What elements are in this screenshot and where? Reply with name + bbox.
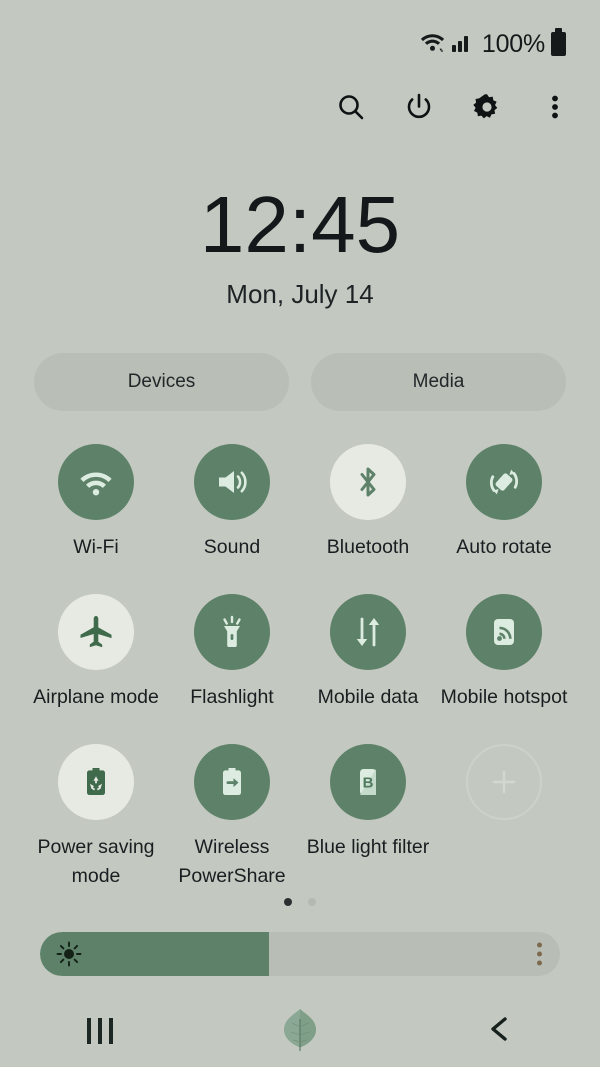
brightness-slider[interactable] [40,932,560,976]
bluetooth-icon [330,444,406,520]
back-chevron-icon [484,1013,516,1050]
mobile-hotspot-icon [466,594,542,670]
wifi-icon [58,444,134,520]
sound-icon [194,444,270,520]
wifi-data-icon [420,30,446,59]
toggle-wifi[interactable]: Wi-Fi [28,444,164,594]
brightness-track[interactable] [40,932,560,976]
toggle-auto-rotate[interactable]: Auto rotate [436,444,572,594]
svg-text:B: B [363,775,374,792]
toggle-label: Power saving mode [37,836,155,887]
toggle-label: Sound [203,536,261,558]
settings-icon[interactable] [470,90,504,124]
toggle-wireless-powershare[interactable]: Wireless PowerShare [164,744,300,894]
toggle-label: Flashlight [190,686,274,708]
clock-time: 12:45 [199,180,401,269]
recents-button[interactable] [0,1018,200,1044]
toggle-sound[interactable]: Sound [164,444,300,594]
toggle-blue-light-filter[interactable]: B Blue light filter [300,744,436,894]
toggle-label: Blue light filter [306,836,430,858]
page-dot-1[interactable] [284,898,292,906]
quick-settings-panel: 100% 12:45 Mon, July 14 Devices Media Wi… [0,0,600,1067]
flashlight-icon [194,594,270,670]
status-bar: 100% [0,0,600,88]
brightness-sun-icon [56,941,82,967]
toggle-label: Airplane mode [33,686,159,708]
recents-icon [87,1018,113,1044]
header-icon-row [334,90,572,124]
clock-date: Mon, July 14 [226,279,374,309]
airplane-icon [58,594,134,670]
more-icon[interactable] [538,90,572,124]
battery-percentage: 100% [481,29,545,58]
brightness-more-icon[interactable] [537,942,542,966]
back-button[interactable] [400,1013,600,1050]
cellular-signal-icon [451,30,473,59]
pill-row: Devices Media [34,353,566,411]
toggle-add-button[interactable] [436,744,572,894]
blue-light-icon: B [330,744,406,820]
power-icon[interactable] [402,90,436,124]
toggle-row: Wi-Fi Sound Bluetooth Auto rotate [28,444,572,594]
toggle-label: Mobile hotspot [440,686,568,708]
mobile-data-icon [330,594,406,670]
toggle-mobile-hotspot[interactable]: Mobile hotspot [436,594,572,744]
toggle-flashlight[interactable]: Flashlight [164,594,300,744]
power-share-icon [194,744,270,820]
add-icon [466,744,542,820]
toggle-bluetooth[interactable]: Bluetooth [300,444,436,594]
search-icon[interactable] [334,90,368,124]
toggle-row: Airplane mode Flashlight Mobile data Mob… [28,594,572,744]
auto-rotate-icon [466,444,542,520]
leaf-home-icon [278,1005,322,1058]
devices-button[interactable]: Devices [34,353,289,411]
quick-toggle-grid: Wi-Fi Sound Bluetooth Auto rotate Airpla… [28,444,572,894]
toggle-mobile-data[interactable]: Mobile data [300,594,436,744]
home-button[interactable] [200,1005,400,1058]
toggle-label: Bluetooth [326,536,410,558]
power-saving-icon [58,744,134,820]
toggle-label: Auto rotate [456,536,552,558]
page-dot-2[interactable] [308,898,316,906]
toggle-label: Wireless PowerShare [178,836,286,887]
battery-full-icon [551,28,566,56]
toggle-label: Wi-Fi [73,536,119,558]
toggle-airplane-mode[interactable]: Airplane mode [28,594,164,744]
clock-block[interactable]: 12:45 Mon, July 14 [0,180,600,310]
status-indicators: 100% [420,28,566,59]
page-indicator [0,898,600,906]
toggle-power-saving-mode[interactable]: Power saving mode [28,744,164,894]
navigation-bar [0,995,600,1067]
toggle-row: Power saving mode Wireless PowerShare B … [28,744,572,894]
toggle-label: Mobile data [317,686,419,708]
media-button[interactable]: Media [311,353,566,411]
